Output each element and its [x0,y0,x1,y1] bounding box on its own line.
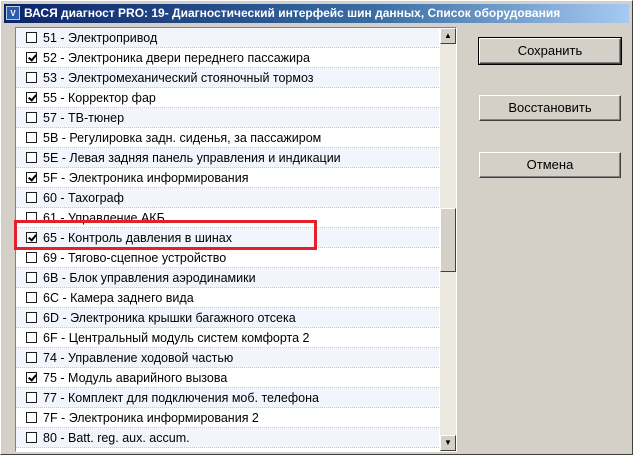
list-item[interactable]: 6F - Центральный модуль систем комфорта … [16,328,439,348]
list-item[interactable]: 6D - Электроника крышки багажного отсека [16,308,439,328]
restore-button[interactable]: Восстановить [479,95,621,121]
item-label: 75 - Модуль аварийного вызова [43,371,228,385]
list-item[interactable]: 57 - ТВ-тюнер [16,108,439,128]
item-label: 53 - Электромеханический стояночный торм… [43,71,314,85]
item-checkbox[interactable] [26,72,37,83]
item-label: 7F - Электроника информирования 2 [43,411,259,425]
list-item[interactable]: 77 - Комплект для подключения моб. телеф… [16,388,439,408]
title-bar[interactable]: V ВАСЯ диагност PRO: 19- Диагностический… [4,4,629,23]
item-checkbox[interactable] [26,152,37,163]
item-checkbox[interactable] [26,212,37,223]
item-label: 6B - Блок управления аэродинамики [43,271,256,285]
item-checkbox[interactable] [26,312,37,323]
item-label: 74 - Управление ходовой частью [43,351,234,365]
item-label: 5B - Регулировка задн. сиденья, за пасса… [43,131,322,145]
item-checkbox[interactable] [26,132,37,143]
list-item[interactable]: 75 - Модуль аварийного вызова [16,368,439,388]
item-label: 5E - Левая задняя панель управления и ин… [43,151,341,165]
item-checkbox[interactable] [26,172,37,183]
item-label: 61 - Управление АКБ [43,211,165,225]
list-item[interactable]: 51 - Электропривод [16,28,439,48]
item-checkbox[interactable] [26,52,37,63]
dialog-window: V ВАСЯ диагност PRO: 19- Диагностический… [0,0,633,455]
item-checkbox[interactable] [26,412,37,423]
item-checkbox[interactable] [26,392,37,403]
list-item[interactable]: 5E - Левая задняя панель управления и ин… [16,148,439,168]
list-item[interactable]: 5B - Регулировка задн. сиденья, за пасса… [16,128,439,148]
list-item[interactable]: 80 - Batt. reg. aux. accum. [16,428,439,448]
list-item[interactable]: 55 - Корректор фар [16,88,439,108]
item-checkbox[interactable] [26,372,37,383]
list-item[interactable]: 61 - Управление АКБ [16,208,439,228]
item-checkbox[interactable] [26,352,37,363]
list-item[interactable]: 7F - Электроника информирования 2 [16,408,439,428]
list-item[interactable]: 74 - Управление ходовой частью [16,348,439,368]
list-item[interactable]: 5F - Электроника информирования [16,168,439,188]
item-label: 57 - ТВ-тюнер [43,111,125,125]
item-label: 77 - Комплект для подключения моб. телеф… [43,391,319,405]
window-title: ВАСЯ диагност PRO: 19- Диагностический и… [24,6,561,20]
item-checkbox[interactable] [26,92,37,103]
item-checkbox[interactable] [26,32,37,43]
list-item[interactable]: 65 - Контроль давления в шинах [16,228,439,248]
item-label: 65 - Контроль давления в шинах [43,231,232,245]
item-checkbox[interactable] [26,432,37,443]
scroll-up-arrow-icon[interactable]: ▲ [440,28,456,44]
item-label: 80 - Batt. reg. aux. accum. [43,431,190,445]
item-checkbox[interactable] [26,292,37,303]
vertical-scrollbar[interactable]: ▲ ▼ [440,28,456,451]
equipment-list[interactable]: 51 - Электропривод 52 - Электроника двери… [15,27,457,452]
cancel-button[interactable]: Отмена [479,152,621,178]
item-label: 6C - Камера заднего вида [43,291,194,305]
list-item[interactable]: 52 - Электроника двери переднего пассажи… [16,48,439,68]
list-item[interactable]: 6C - Камера заднего вида [16,288,439,308]
item-label: 6D - Электроника крышки багажного отсека [43,311,296,325]
item-label: 51 - Электропривод [43,31,158,45]
item-label: 69 - Тягово-сцепное устройство [43,251,227,265]
scrollbar-thumb[interactable] [440,208,456,272]
item-label: 5F - Электроника информирования [43,171,249,185]
list-item[interactable]: 69 - Тягово-сцепное устройство [16,248,439,268]
item-checkbox[interactable] [26,112,37,123]
item-label: 52 - Электроника двери переднего пассажи… [43,51,310,65]
item-label: 55 - Корректор фар [43,91,156,105]
item-label: 60 - Тахограф [43,191,124,205]
list-item[interactable]: 53 - Электромеханический стояночный торм… [16,68,439,88]
item-checkbox[interactable] [26,332,37,343]
item-checkbox[interactable] [26,272,37,283]
item-checkbox[interactable] [26,232,37,243]
scroll-down-arrow-icon[interactable]: ▼ [440,435,456,451]
app-icon: V [6,6,20,20]
item-checkbox[interactable] [26,192,37,203]
save-button[interactable]: Сохранить [478,37,622,65]
list-item[interactable]: 60 - Тахограф [16,188,439,208]
item-label: 6F - Центральный модуль систем комфорта … [43,331,310,345]
item-checkbox[interactable] [26,252,37,263]
list-item[interactable]: 6B - Блок управления аэродинамики [16,268,439,288]
equipment-rows: 51 - Электропривод 52 - Электроника двери… [16,28,439,448]
